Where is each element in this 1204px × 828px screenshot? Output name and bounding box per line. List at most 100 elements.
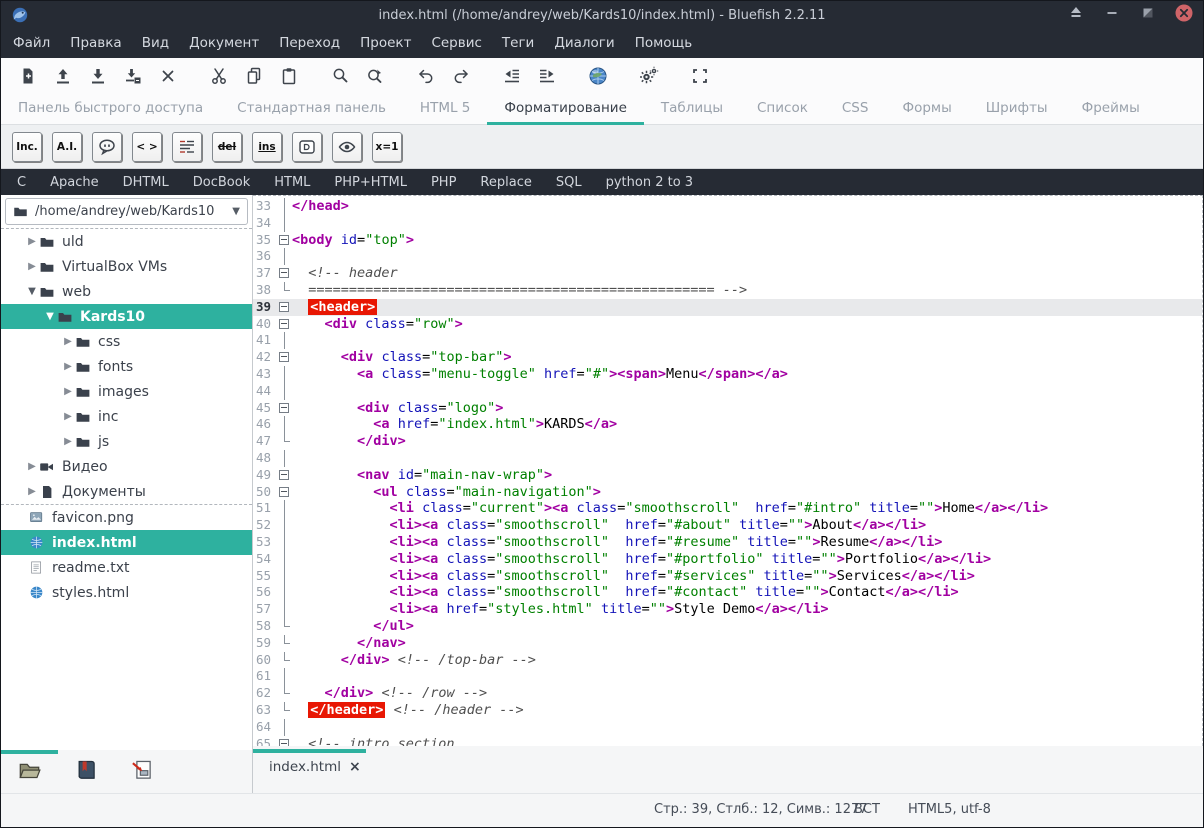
expand-arrow-icon[interactable]: ▶ — [25, 486, 39, 497]
fold-toggle-icon[interactable] — [277, 736, 292, 747]
menu-6[interactable]: Проект — [350, 29, 421, 58]
collapse-arrow-icon[interactable]: ▼ — [43, 311, 57, 322]
expand-arrow-icon[interactable]: ▶ — [25, 461, 39, 472]
abbreviation-button[interactable]: A.I. — [52, 132, 82, 162]
fold-toggle-icon[interactable] — [277, 467, 292, 484]
code-button[interactable]: < > — [132, 132, 162, 162]
language-item[interactable]: C — [5, 175, 38, 190]
del-button[interactable]: del — [212, 132, 242, 162]
sample-button[interactable]: x=1 — [372, 132, 402, 162]
directory-selector[interactable]: /home/andrey/web/Kards10 ▼ — [5, 198, 248, 225]
file-row-index-html[interactable]: index.html — [1, 530, 252, 555]
menu-8[interactable]: Теги — [492, 29, 544, 58]
word-list-button[interactable] — [172, 132, 202, 162]
tree-row-inc[interactable]: ▶inc — [1, 404, 252, 429]
toolbar-tab[interactable]: Стандартная панель — [220, 94, 403, 124]
menu-10[interactable]: Помощь — [625, 29, 703, 58]
ins-button[interactable]: ins — [252, 132, 282, 162]
save-button[interactable] — [84, 63, 111, 90]
toolbar-tab[interactable]: Список — [740, 94, 825, 124]
open-button[interactable] — [49, 63, 76, 90]
indent-button[interactable] — [533, 63, 560, 90]
language-item[interactable]: python 2 to 3 — [594, 175, 705, 190]
expand-arrow-icon[interactable]: ▶ — [61, 336, 75, 347]
copy-button[interactable] — [240, 63, 267, 90]
menu-2[interactable]: Правка — [60, 29, 131, 58]
fold-toggle-icon[interactable] — [277, 484, 292, 501]
expand-arrow-icon[interactable]: ▶ — [61, 361, 75, 372]
document-tab-index-html[interactable]: index.html × — [269, 759, 361, 775]
language-item[interactable]: Apache — [38, 175, 111, 190]
menu-4[interactable]: Документ — [179, 29, 269, 58]
file-browser-panel-button[interactable] — [17, 757, 42, 782]
keyboard-button[interactable] — [292, 132, 322, 162]
paste-button[interactable] — [275, 63, 302, 90]
tree-row-uld[interactable]: ▶uld — [1, 229, 252, 254]
snippets-panel-button[interactable] — [129, 757, 154, 782]
toolbar-tab[interactable]: Фреймы — [1065, 94, 1157, 124]
incremental-button[interactable]: Inc. — [12, 132, 42, 162]
language-item[interactable]: SQL — [544, 175, 594, 190]
close-document-button[interactable] — [154, 63, 181, 90]
fold-toggle-icon[interactable] — [277, 349, 292, 366]
find-button[interactable] — [326, 63, 353, 90]
close-button[interactable] — [1174, 6, 1193, 25]
language-item[interactable]: HTML — [262, 175, 322, 190]
menu-1[interactable]: Файл — [3, 29, 60, 58]
menu-3[interactable]: Вид — [132, 29, 179, 58]
fold-toggle-icon[interactable] — [277, 400, 292, 417]
toolbar-tab[interactable]: Форматирование — [487, 94, 644, 124]
code-editor[interactable]: 33</head>3435<body id="top">3637 <!-- he… — [253, 195, 1203, 746]
fold-toggle-icon[interactable] — [277, 232, 292, 249]
file-row-styles-html[interactable]: styles.html — [1, 580, 252, 605]
bookmarks-panel-button[interactable] — [73, 757, 98, 782]
fold-toggle-icon[interactable] — [277, 299, 292, 316]
save-as-button[interactable] — [119, 63, 146, 90]
menu-5[interactable]: Переход — [269, 29, 350, 58]
language-item[interactable]: DocBook — [181, 175, 262, 190]
minimize-button[interactable] — [1102, 6, 1121, 25]
tree-row-fonts[interactable]: ▶fonts — [1, 354, 252, 379]
preview-browser-button[interactable] — [584, 63, 611, 90]
new-document-button[interactable] — [14, 63, 41, 90]
collapse-arrow-icon[interactable]: ▼ — [25, 286, 39, 297]
file-row-favicon-png[interactable]: favicon.png — [1, 505, 252, 530]
file-row-readme-txt[interactable]: readme.txt — [1, 555, 252, 580]
close-icon[interactable]: × — [349, 760, 361, 774]
redo-button[interactable] — [447, 63, 474, 90]
toolbar-tab[interactable]: HTML 5 — [403, 94, 487, 124]
toolbar-tab[interactable]: Шрифты — [969, 94, 1065, 124]
cut-button[interactable] — [205, 63, 232, 90]
tree-row-js[interactable]: ▶js — [1, 429, 252, 454]
tree-row-images[interactable]: ▶images — [1, 379, 252, 404]
tree-row-css[interactable]: ▶css — [1, 329, 252, 354]
fold-toggle-icon[interactable] — [277, 265, 292, 282]
tree-row-видео[interactable]: ▶Видео — [1, 454, 252, 479]
tree-row-kards10[interactable]: ▼Kards10 — [1, 304, 252, 329]
language-item[interactable]: Replace — [468, 175, 543, 190]
find-replace-button[interactable] — [361, 63, 388, 90]
expand-arrow-icon[interactable]: ▶ — [61, 436, 75, 447]
toolbar-tab[interactable]: CSS — [825, 94, 886, 124]
toolbar-tab[interactable]: Панель быстрого доступа — [1, 94, 220, 124]
expand-arrow-icon[interactable]: ▶ — [25, 236, 39, 247]
tree-row-web[interactable]: ▼web — [1, 279, 252, 304]
undo-button[interactable] — [412, 63, 439, 90]
tree-row-документы[interactable]: ▶Документы — [1, 479, 252, 504]
expand-arrow-icon[interactable]: ▶ — [61, 386, 75, 397]
menu-9[interactable]: Диалоги — [544, 29, 624, 58]
tree-row-virtualbox-vms[interactable]: ▶VirtualBox VMs — [1, 254, 252, 279]
fold-toggle-icon[interactable] — [277, 316, 292, 333]
language-item[interactable]: DHTML — [111, 175, 181, 190]
unindent-button[interactable] — [498, 63, 525, 90]
toolbar-tab[interactable]: Формы — [885, 94, 968, 124]
language-item[interactable]: PHP+HTML — [322, 175, 419, 190]
fullscreen-button[interactable] — [686, 63, 713, 90]
expand-arrow-icon[interactable]: ▶ — [61, 411, 75, 422]
expand-arrow-icon[interactable]: ▶ — [25, 261, 39, 272]
shade-button[interactable] — [1066, 6, 1085, 25]
variable-button[interactable] — [332, 132, 362, 162]
language-item[interactable]: PHP — [419, 175, 468, 190]
titlebar[interactable]: index.html (/home/andrey/web/Kards10/ind… — [1, 1, 1203, 29]
menu-7[interactable]: Сервис — [421, 29, 491, 58]
